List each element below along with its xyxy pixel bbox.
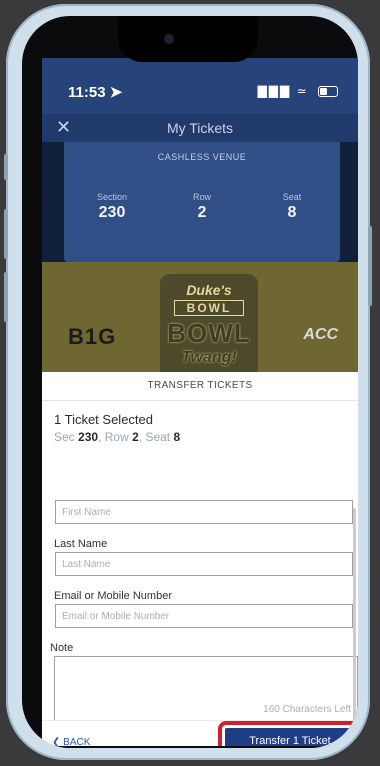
acc-logo: ACC: [303, 326, 338, 343]
last-name-input[interactable]: Last Name: [55, 552, 353, 576]
event-banner: B1G Duke's BOWL BOWL Twang! ACC: [42, 262, 358, 382]
seat-column: Seat 8: [252, 192, 332, 222]
characters-left: 160 Characters Left: [263, 704, 351, 715]
seat-label: Seat: [145, 430, 171, 444]
logo-text: Duke's: [186, 282, 232, 298]
last-name-label: Last Name: [54, 538, 108, 550]
top-nav: ✕ My Tickets: [42, 114, 358, 142]
sec-value: 230: [78, 430, 99, 444]
section-column: Section 230: [72, 192, 152, 222]
logo-text: BOWL: [174, 300, 244, 316]
email-label: Email or Mobile Number: [54, 590, 172, 602]
row-value: 2: [132, 430, 139, 444]
scrollbar[interactable]: [353, 508, 356, 730]
note-label: Note: [50, 642, 74, 654]
row-value: 2: [197, 204, 207, 221]
sec-label: Sec: [54, 430, 75, 444]
side-button: [368, 226, 372, 306]
location-arrow-icon: ➤: [109, 84, 123, 101]
seat-value: 8: [173, 430, 181, 444]
big-ten-logo: B1G: [68, 324, 117, 349]
status-bar: 11:53 ➤ ▇▇▇ ≃: [42, 58, 358, 114]
side-button: [4, 154, 8, 180]
section-value: 230: [98, 204, 126, 221]
side-button: [4, 209, 8, 259]
section-label: Section: [96, 192, 128, 202]
phone-frame: 11:53 ➤ ▇▇▇ ≃ ✕ My Tickets CASHLESS VENU…: [4, 4, 372, 760]
status-icons: ▇▇▇ ≃: [258, 84, 338, 98]
camera-icon: [164, 34, 174, 44]
transfer-ticket-button[interactable]: Transfer 1 Ticket: [225, 728, 355, 746]
signal-icon: ▇▇▇: [257, 84, 292, 98]
email-input[interactable]: Email or Mobile Number: [55, 604, 353, 628]
row-label: Row: [104, 430, 129, 444]
row-column: Row 2: [162, 192, 242, 222]
logo-text: BOWL: [167, 318, 251, 348]
seat-label: Seat: [282, 192, 302, 202]
dukes-mayo-bowl-logo: Duke's BOWL BOWL Twang!: [160, 274, 258, 380]
first-name-input[interactable]: First Name: [55, 500, 353, 524]
seat-summary: Sec 230, Row 2, Seat 8: [54, 430, 181, 444]
note-textarea[interactable]: 160 Characters Left: [54, 656, 358, 722]
venue-label: CASHLESS VENUE: [157, 152, 247, 162]
side-button: [4, 272, 8, 322]
phone-bezel: 11:53 ➤ ▇▇▇ ≃ ✕ My Tickets CASHLESS VENU…: [22, 16, 358, 748]
logo-text: Twang!: [181, 349, 237, 366]
wifi-icon: ≃: [296, 84, 309, 98]
page-title: My Tickets: [166, 120, 234, 136]
ticket-card: CASHLESS VENUE Section 230 Row 2 Seat 8: [64, 142, 340, 262]
row-label: Row: [192, 192, 211, 202]
seat-value: 8: [287, 204, 297, 221]
battery-icon: [318, 86, 338, 98]
sheet-footer: ❮ BACK Transfer 1 Ticket: [42, 720, 358, 746]
notch: [118, 16, 258, 62]
transfer-sheet: TRANSFER TICKETS 1 Ticket Selected Sec 2…: [42, 372, 358, 746]
sheet-title: TRANSFER TICKETS: [42, 372, 358, 401]
selected-count: 1 Ticket Selected: [54, 412, 153, 427]
back-button[interactable]: ❮ BACK: [52, 737, 90, 746]
screen: 11:53 ➤ ▇▇▇ ≃ ✕ My Tickets CASHLESS VENU…: [42, 58, 358, 746]
transfer-highlight: Transfer 1 Ticket: [218, 721, 358, 746]
status-time: 11:53 ➤: [68, 84, 123, 101]
